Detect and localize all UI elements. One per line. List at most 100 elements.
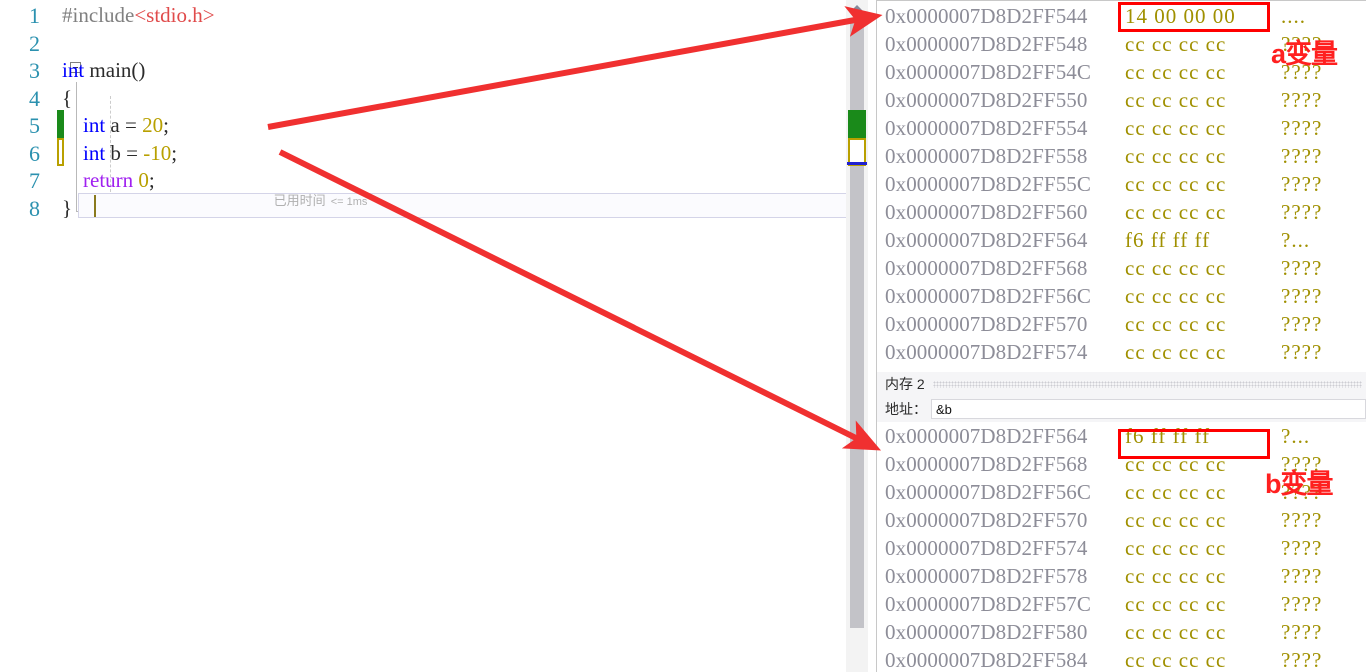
memory-hex-bytes: cc cc cc cc xyxy=(1125,508,1227,532)
code-line-8[interactable]: 8 } xyxy=(0,195,852,223)
address-input[interactable]: &b xyxy=(931,399,1366,419)
memory-ascii: ???? xyxy=(1281,256,1323,280)
memory-row[interactable]: 0x0000007D8D2FF564 f6 ff ff ff ?... xyxy=(877,422,1366,450)
memory-ascii: ???? xyxy=(1281,172,1323,196)
memory-row[interactable]: 0x0000007D8D2FF55C cc cc cc cc ???? xyxy=(877,170,1366,198)
code-lines-container[interactable]: 1 #include<stdio.h> 2 3 int main() 4 { 5… xyxy=(0,0,852,222)
code-token: 0 xyxy=(138,168,149,192)
code-line-2[interactable]: 2 xyxy=(0,30,852,58)
code-token: } xyxy=(62,195,73,220)
memory-row[interactable]: 0x0000007D8D2FF550 cc cc cc cc ???? xyxy=(877,86,1366,114)
memory-hex-bytes: cc cc cc cc xyxy=(1125,340,1227,364)
memory-window-2[interactable]: 内存 2 地址： &b 0x0000007D8D2FF564 f6 ff ff … xyxy=(876,372,1366,672)
line-number: 1 xyxy=(29,3,40,28)
memory-row[interactable]: 0x0000007D8D2FF57C cc cc cc cc ???? xyxy=(877,590,1366,618)
memory-address: 0x0000007D8D2FF550 xyxy=(885,88,1088,112)
line-number: 8 xyxy=(29,195,40,221)
memory-row[interactable]: 0x0000007D8D2FF564 f6 ff ff ff ?... xyxy=(877,226,1366,254)
code-line-1[interactable]: 1 #include<stdio.h> xyxy=(0,2,852,30)
visual-studio-debug-screen: 1 #include<stdio.h> 2 3 int main() 4 { 5… xyxy=(0,0,1366,672)
memory-hex-bytes: cc cc cc cc xyxy=(1125,536,1227,560)
code-token: 20 xyxy=(142,113,164,137)
memory-row[interactable]: 0x0000007D8D2FF560 cc cc cc cc ???? xyxy=(877,198,1366,226)
memory-row[interactable]: 0x0000007D8D2FF544 14 00 00 00 .... xyxy=(877,2,1366,30)
memory-address: 0x0000007D8D2FF574 xyxy=(885,340,1088,364)
memory-ascii: ???? xyxy=(1281,312,1323,336)
code-line-4[interactable]: 4 { xyxy=(0,85,852,113)
memory-row[interactable]: 0x0000007D8D2FF574 cc cc cc cc ???? xyxy=(877,534,1366,562)
memory-address-bar[interactable]: 地址： &b xyxy=(877,396,1366,422)
memory-address: 0x0000007D8D2FF568 xyxy=(885,256,1088,280)
memory-row[interactable]: 0x0000007D8D2FF574 cc cc cc cc ???? xyxy=(877,338,1366,366)
code-line-5[interactable]: 5 int a = 20; xyxy=(0,112,852,140)
caption-rule-divider xyxy=(932,380,1362,388)
memory-row[interactable]: 0x0000007D8D2FF568 cc cc cc cc ???? xyxy=(877,254,1366,282)
memory-ascii: ???? xyxy=(1281,508,1323,532)
memory-ascii: ???? xyxy=(1281,620,1323,644)
code-line-7[interactable]: 7 return 0; xyxy=(0,167,852,195)
code-line-6[interactable]: 6 int b = -10; xyxy=(0,140,852,168)
memory-row[interactable]: 0x0000007D8D2FF558 cc cc cc cc ???? xyxy=(877,142,1366,170)
scroll-up-arrow-icon[interactable] xyxy=(850,5,864,12)
line-source-1: #include<stdio.h> xyxy=(62,2,215,30)
code-token: ; xyxy=(163,113,169,137)
memory-hex-bytes: cc cc cc cc xyxy=(1125,284,1227,308)
line-number: 4 xyxy=(29,85,40,111)
memory-rows-2[interactable]: 0x0000007D8D2FF564 f6 ff ff ff ?... 0x00… xyxy=(877,422,1366,672)
code-token: { xyxy=(62,85,73,110)
line-source-5: int a = 20; xyxy=(62,112,169,140)
code-token: int xyxy=(83,113,106,137)
memory-row[interactable]: 0x0000007D8D2FF570 cc cc cc cc ???? xyxy=(877,310,1366,338)
line-number: 6 xyxy=(29,140,40,166)
memory-address: 0x0000007D8D2FF57C xyxy=(885,592,1091,616)
code-token: -10 xyxy=(143,140,172,165)
memory-address: 0x0000007D8D2FF56C xyxy=(885,480,1091,504)
code-token: ; xyxy=(171,140,178,165)
memory-ascii: ?... xyxy=(1281,228,1311,252)
memory-ascii: ???? xyxy=(1281,648,1323,672)
memory-address: 0x0000007D8D2FF570 xyxy=(885,508,1088,532)
code-token: = xyxy=(120,140,144,165)
editor-vertical-scrollbar[interactable] xyxy=(846,0,868,672)
line-number: 7 xyxy=(29,168,40,193)
memory-hex-bytes: 14 00 00 00 xyxy=(1125,4,1236,28)
memory-address: 0x0000007D8D2FF560 xyxy=(885,200,1088,224)
memory-row[interactable]: 0x0000007D8D2FF554 cc cc cc cc ???? xyxy=(877,114,1366,142)
memory-address: 0x0000007D8D2FF584 xyxy=(885,648,1088,672)
memory-hex-bytes: cc cc cc cc xyxy=(1125,592,1227,616)
line-source-7: return 0; xyxy=(62,167,155,195)
memory-ascii: ???? xyxy=(1281,564,1323,588)
memory-address: 0x0000007D8D2FF570 xyxy=(885,312,1088,336)
memory-row[interactable]: 0x0000007D8D2FF56C cc cc cc cc ???? xyxy=(877,282,1366,310)
memory-hex-bytes: cc cc cc cc xyxy=(1125,32,1227,56)
memory-hex-bytes: cc cc cc cc xyxy=(1125,648,1227,672)
memory-hex-bytes: cc cc cc cc xyxy=(1125,88,1227,112)
memory-row[interactable]: 0x0000007D8D2FF580 cc cc cc cc ???? xyxy=(877,618,1366,646)
scrollbar-marker-caret-position xyxy=(847,162,867,165)
line-number: 2 xyxy=(29,30,40,56)
code-token: int xyxy=(62,58,85,82)
memory-ascii: ???? xyxy=(1281,144,1323,168)
memory-window-1[interactable]: 0x0000007D8D2FF544 14 00 00 00 .... 0x00… xyxy=(876,0,1366,372)
memory-hex-bytes: cc cc cc cc xyxy=(1125,172,1227,196)
memory-row[interactable]: 0x0000007D8D2FF578 cc cc cc cc ???? xyxy=(877,562,1366,590)
line-number: 3 xyxy=(29,58,40,83)
annotation-variable-b: b变量 xyxy=(1265,469,1333,499)
code-line-3[interactable]: 3 int main() xyxy=(0,57,852,85)
memory-row[interactable]: 0x0000007D8D2FF584 cc cc cc cc ???? xyxy=(877,646,1366,672)
code-editor-pane[interactable]: 1 #include<stdio.h> 2 3 int main() 4 { 5… xyxy=(0,0,852,672)
memory-ascii: ???? xyxy=(1281,536,1323,560)
memory-ascii: .... xyxy=(1281,4,1306,28)
memory-ascii: ???? xyxy=(1281,200,1323,224)
memory-address: 0x0000007D8D2FF574 xyxy=(885,536,1088,560)
memory-address: 0x0000007D8D2FF580 xyxy=(885,620,1088,644)
memory-hex-bytes: cc cc cc cc xyxy=(1125,564,1227,588)
memory-ascii: ???? xyxy=(1281,116,1323,140)
memory-hex-bytes: cc cc cc cc xyxy=(1125,256,1227,280)
memory-hex-bytes: cc cc cc cc xyxy=(1125,60,1227,84)
annotation-variable-a: a变量 xyxy=(1271,39,1338,69)
memory-row[interactable]: 0x0000007D8D2FF570 cc cc cc cc ???? xyxy=(877,506,1366,534)
line-number: 5 xyxy=(29,113,40,138)
